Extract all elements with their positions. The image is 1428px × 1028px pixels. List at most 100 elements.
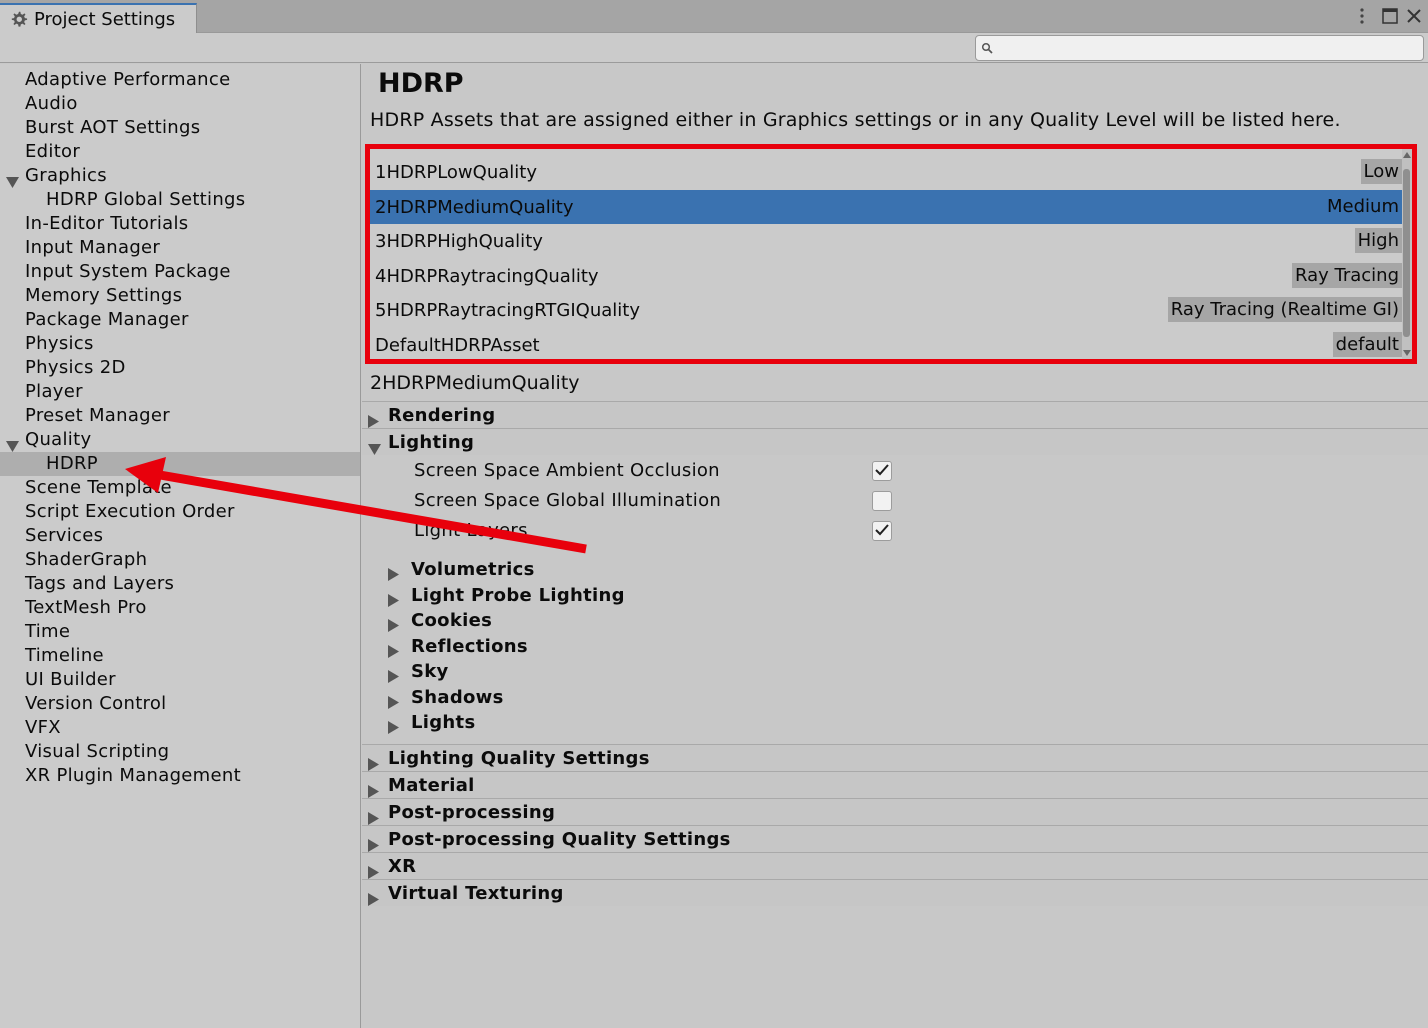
sidebar-item-editor[interactable]: Editor — [0, 140, 360, 164]
sidebar-item-audio[interactable]: Audio — [0, 92, 360, 116]
section-header-lighting[interactable]: Lighting — [362, 428, 1428, 455]
sidebar-item-graphics[interactable]: Graphics — [0, 164, 360, 188]
sidebar-item-version-control[interactable]: Version Control — [0, 692, 360, 716]
sidebar-item-label: Version Control — [25, 693, 167, 714]
sidebar-item-preset-manager[interactable]: Preset Manager — [0, 404, 360, 428]
sidebar-item-input-manager[interactable]: Input Manager — [0, 236, 360, 260]
sidebar-item-hdrp-global-settings[interactable]: HDRP Global Settings — [0, 188, 360, 212]
sidebar-item-textmesh-pro[interactable]: TextMesh Pro — [0, 596, 360, 620]
sidebar-item-vfx[interactable]: VFX — [0, 716, 360, 740]
asset-name: 5HDRPRaytracingRTGIQuality — [375, 300, 640, 321]
sidebar-item-input-system-package[interactable]: Input System Package — [0, 260, 360, 284]
sidebar-item-memory-settings[interactable]: Memory Settings — [0, 284, 360, 308]
foldout-collapsed-icon[interactable] — [388, 640, 399, 665]
checkmark-icon — [875, 456, 889, 486]
quality-level-badge: Ray Tracing (Realtime GI) — [1167, 297, 1402, 322]
asset-list-scrollbar[interactable] — [1402, 149, 1412, 359]
subsection-label: Reflections — [411, 635, 528, 657]
sidebar-item-label: Package Manager — [25, 309, 189, 330]
foldout-expanded-icon[interactable] — [368, 436, 381, 463]
sidebar-item-physics-2d[interactable]: Physics 2D — [0, 356, 360, 380]
sidebar-item-player[interactable]: Player — [0, 380, 360, 404]
page-description: HDRP Assets that are assigned either in … — [370, 109, 1341, 131]
section-label: Lighting Quality Settings — [388, 748, 650, 769]
sidebar-item-label: Timeline — [25, 645, 104, 666]
close-button[interactable] — [1404, 6, 1424, 26]
scroll-up-icon[interactable] — [1403, 151, 1411, 159]
sidebar-item-shadergraph[interactable]: ShaderGraph — [0, 548, 360, 572]
title-bar: Project Settings — [0, 0, 1428, 33]
more-options-button[interactable] — [1352, 6, 1372, 26]
sidebar-item-scene-template[interactable]: Scene Template — [0, 476, 360, 500]
asset-name: 4HDRPRaytracingQuality — [375, 265, 599, 287]
sidebar-item-burst-aot-settings[interactable]: Burst AOT Settings — [0, 116, 360, 140]
sidebar-item-in-editor-tutorials[interactable]: In-Editor Tutorials — [0, 212, 360, 236]
section-header-material[interactable]: Material — [362, 771, 1428, 798]
sidebar-item-quality[interactable]: Quality — [0, 428, 360, 452]
sidebar-item-xr-plugin-management[interactable]: XR Plugin Management — [0, 764, 360, 788]
foldout-collapsed-icon[interactable] — [368, 887, 379, 914]
project-settings-tab[interactable]: Project Settings — [0, 3, 197, 33]
property-checkbox[interactable] — [872, 491, 892, 511]
foldout-collapsed-icon[interactable] — [388, 716, 399, 741]
asset-name: DefaultHDRPAsset — [375, 334, 540, 356]
foldout-collapsed-icon[interactable] — [388, 589, 399, 614]
section-label: XR — [388, 856, 417, 877]
asset-row[interactable]: 5HDRPRaytracingRTGIQuality Ray Tracing (R… — [370, 293, 1408, 327]
sidebar-item-label: Services — [25, 525, 104, 546]
property-checkbox[interactable] — [872, 521, 892, 541]
sidebar-item-services[interactable]: Services — [0, 524, 360, 548]
maximize-button[interactable] — [1380, 6, 1400, 26]
quality-level-badge: default — [1332, 331, 1402, 357]
hdrp-asset-list[interactable]: DefaultHDRPAsset default 5HDRPRaytracingRT… — [365, 144, 1417, 364]
section-header-virtual-texturing[interactable]: Virtual Texturing — [362, 879, 1428, 906]
foldout-collapsed-icon[interactable] — [388, 563, 399, 588]
sidebar-item-label: TextMesh Pro — [25, 597, 147, 618]
property-checkbox[interactable] — [872, 461, 892, 481]
section-header-rendering[interactable]: Rendering — [362, 401, 1428, 428]
sidebar-item-tags-and-layers[interactable]: Tags and Layers — [0, 572, 360, 596]
subsection-label: Lights — [411, 712, 476, 733]
checkmark-icon — [875, 516, 889, 546]
quality-level-badge: Ray Tracing — [1291, 262, 1402, 288]
section-label: Post-processing Quality Settings — [388, 829, 731, 850]
section-header-post-processing[interactable]: Post-processing — [362, 798, 1428, 825]
maximize-icon — [1382, 8, 1398, 24]
sidebar-item-visual-scripting[interactable]: Visual Scripting — [0, 740, 360, 764]
sidebar-item-label: Physics 2D — [25, 357, 126, 378]
scroll-down-icon[interactable] — [1403, 349, 1411, 357]
sidebar-item-timeline[interactable]: Timeline — [0, 644, 360, 668]
asset-row[interactable]: 1HDRPLowQuality Low — [370, 155, 1408, 189]
sidebar-item-label: Visual Scripting — [25, 741, 170, 762]
sidebar-item-label: ShaderGraph — [25, 549, 148, 570]
sidebar-item-script-execution-order[interactable]: Script Execution Order — [0, 500, 360, 524]
settings-main-panel: HDRP HDRP Assets that are assigned eithe… — [362, 64, 1428, 1028]
section-header-lighting-quality-settings[interactable]: Lighting Quality Settings — [362, 744, 1428, 771]
asset-row[interactable]: DefaultHDRPAsset default — [370, 328, 1408, 362]
section-label: Lighting — [388, 432, 475, 453]
scroll-thumb[interactable] — [1403, 169, 1410, 337]
sidebar-item-time[interactable]: Time — [0, 620, 360, 644]
sidebar-item-adaptive-performance[interactable]: Adaptive Performance — [0, 68, 360, 92]
sidebar-item-physics[interactable]: Physics — [0, 332, 360, 356]
foldout-collapsed-icon[interactable] — [388, 691, 399, 716]
sidebar-item-label: VFX — [25, 717, 61, 738]
sidebar-item-hdrp[interactable]: HDRP — [0, 452, 360, 476]
asset-row[interactable]: 2HDRPMediumQuality Medium — [370, 189, 1408, 224]
sidebar-item-label: Editor — [25, 141, 81, 162]
search-field[interactable] — [975, 35, 1424, 61]
asset-row[interactable]: 4HDRPRaytracingQuality Ray Tracing — [370, 259, 1408, 293]
section-header-xr[interactable]: XR — [362, 852, 1428, 879]
lighting-property-row: Screen Space Global Illumination — [414, 486, 894, 516]
section-header-post-processing-quality-settings[interactable]: Post-processing Quality Settings — [362, 825, 1428, 852]
sidebar-item-label: Input System Package — [25, 261, 231, 282]
sidebar-item-label: In-Editor Tutorials — [25, 213, 189, 234]
sidebar-item-label: Graphics — [25, 165, 107, 186]
asset-row[interactable]: 3HDRPHighQuality High — [370, 224, 1408, 258]
subsection-label: Shadows — [411, 686, 504, 708]
asset-name: 2HDRPMediumQuality — [375, 196, 574, 218]
sidebar-item-ui-builder[interactable]: UI Builder — [0, 668, 360, 692]
foldout-collapsed-icon[interactable] — [388, 665, 399, 690]
sidebar-item-package-manager[interactable]: Package Manager — [0, 308, 360, 332]
foldout-collapsed-icon[interactable] — [388, 614, 399, 639]
